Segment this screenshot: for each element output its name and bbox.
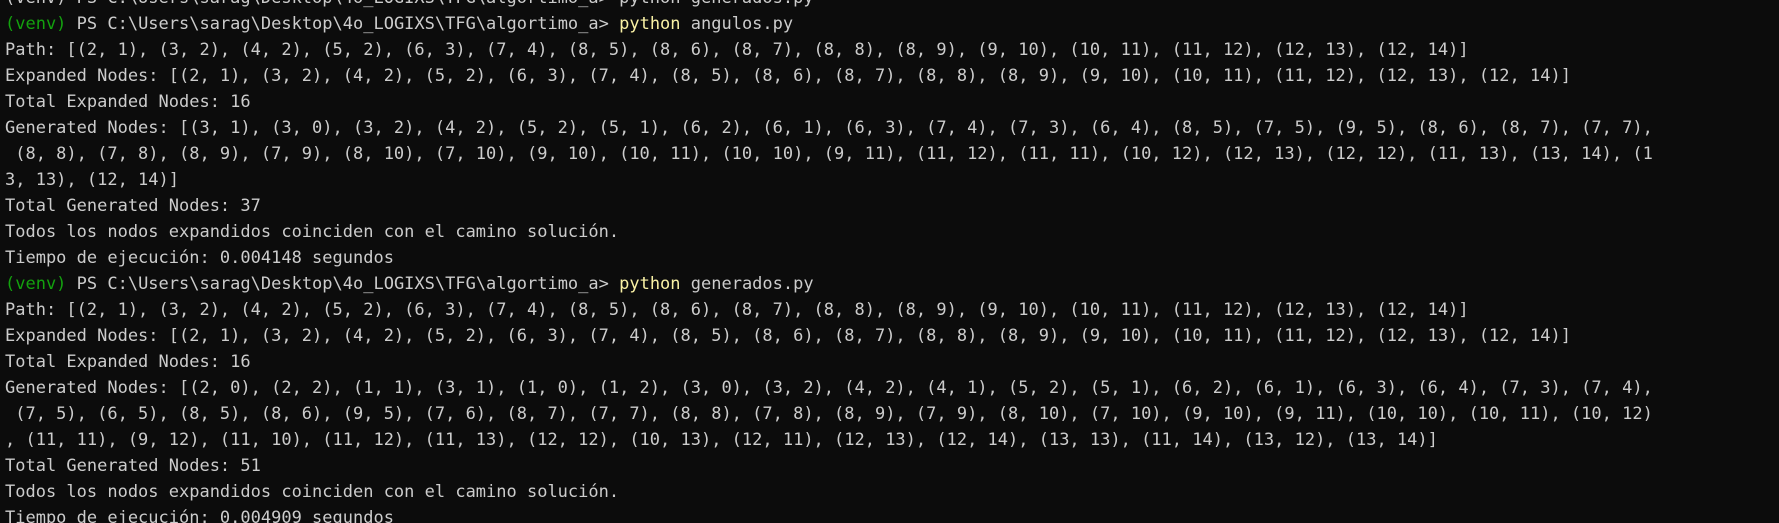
path-output: Path: [(2, 1), (3, 2), (4, 2), (5, 2), (… — [5, 40, 1469, 60]
result-message: Todos los nodos expandidos coinciden con… — [5, 222, 620, 242]
prompt-path: PS C:\Users\sarag\Desktop\4o_LOGIXS\TFG\… — [66, 274, 620, 294]
partial-top-line: (venv) PS C:\Users\sarag\Desktop\4o_LOGI… — [5, 0, 1779, 11]
terminal-output: (venv) PS C:\Users\sarag\Desktop\4o_LOGI… — [5, 0, 1779, 523]
expanded-nodes-output: Expanded Nodes: [(2, 1), (3, 2), (4, 2),… — [5, 66, 1571, 86]
generated-nodes-output-cont: (8, 8), (7, 8), (8, 9), (7, 9), (8, 10),… — [5, 144, 1653, 164]
generated-nodes-output-cont: (7, 5), (6, 5), (8, 5), (8, 6), (9, 5), … — [5, 404, 1653, 424]
command-name: python — [619, 14, 681, 34]
command-name: python — [619, 274, 681, 294]
prompt-line: (venv) PS C:\Users\sarag\Desktop\4o_LOGI… — [5, 11, 1779, 37]
generated-nodes-output-cont: 3, 13), (12, 14)] — [5, 170, 179, 190]
generated-nodes-output-cont: , (11, 11), (9, 12), (11, 10), (11, 12),… — [5, 430, 1438, 450]
generated-nodes-output: Generated Nodes: [(2, 0), (2, 2), (1, 1)… — [5, 378, 1653, 398]
terminal-window[interactable]: (venv) PS C:\Users\sarag\Desktop\4o_LOGI… — [0, 0, 1779, 523]
expanded-nodes-output: Expanded Nodes: [(2, 1), (3, 2), (4, 2),… — [5, 326, 1571, 346]
command-args: generados.py — [680, 274, 814, 294]
prompt-line: (venv) PS C:\Users\sarag\Desktop\4o_LOGI… — [5, 271, 1779, 297]
result-message: Todos los nodos expandidos coinciden con… — [5, 482, 620, 502]
venv-indicator: (venv) — [5, 14, 67, 34]
generated-nodes-output: Generated Nodes: [(3, 1), (3, 0), (3, 2)… — [5, 118, 1653, 138]
path-output: Path: [(2, 1), (3, 2), (4, 2), (5, 2), (… — [5, 300, 1469, 320]
total-expanded-output: Total Expanded Nodes: 16 — [5, 352, 251, 372]
total-generated-output: Total Generated Nodes: 37 — [5, 196, 261, 216]
prompt-path: PS C:\Users\sarag\Desktop\4o_LOGIXS\TFG\… — [66, 14, 620, 34]
total-generated-output: Total Generated Nodes: 51 — [5, 456, 261, 476]
command-args: angulos.py — [680, 14, 794, 34]
venv-indicator: (venv) — [5, 274, 67, 294]
execution-time: Tiempo de ejecución: 0.004909 segundos — [5, 508, 394, 523]
total-expanded-output: Total Expanded Nodes: 16 — [5, 92, 251, 112]
execution-time: Tiempo de ejecución: 0.004148 segundos — [5, 248, 394, 268]
